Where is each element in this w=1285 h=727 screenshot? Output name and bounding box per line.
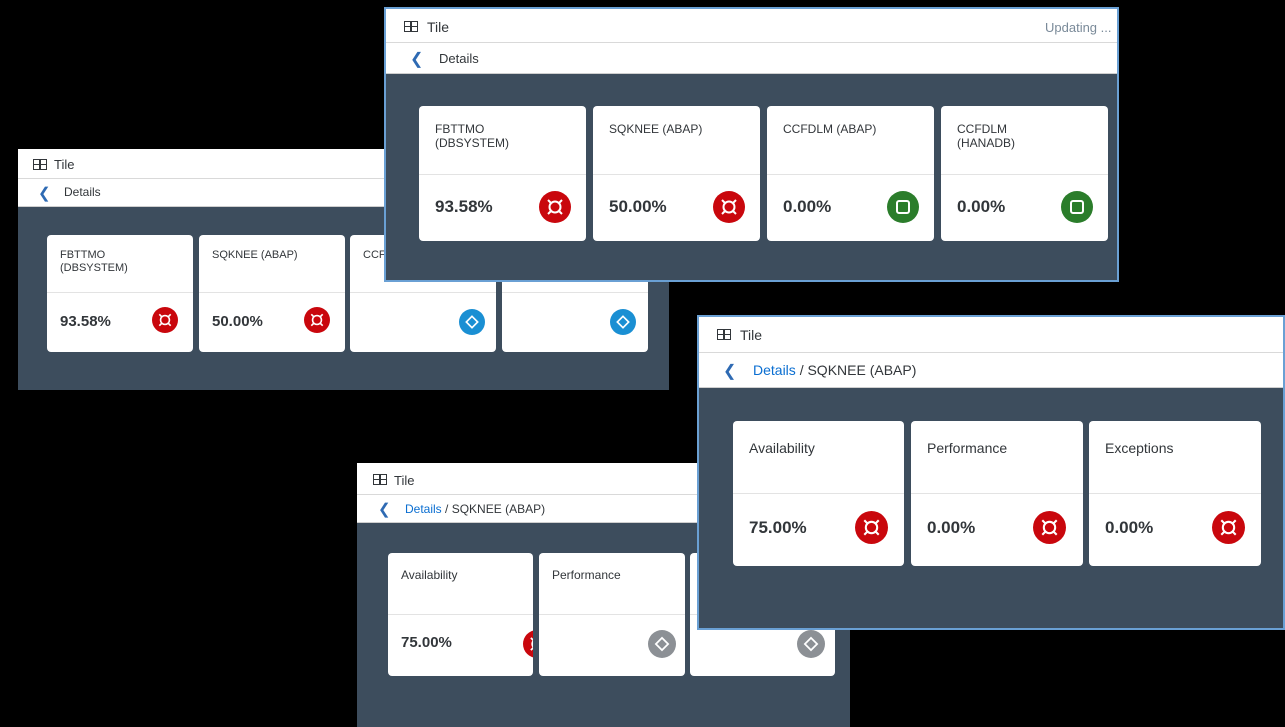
panel-title: Tile [54,157,75,172]
tile-value: 0.00% [927,518,976,537]
diamond-icon [648,630,676,658]
square-icon [887,191,919,223]
tile-value: 75.00% [401,634,452,651]
tile-name: FBTTMO (DBSYSTEM) [60,249,128,274]
alert-icon [304,307,330,333]
tile-panel-2: Tile Updating ... ❮ Details FBTTMO (DBSY… [384,7,1119,282]
panel-title: Tile [427,19,450,35]
tile-grid-icon [33,159,47,170]
breadcrumb-bar: ❮ Details [384,43,1119,74]
back-arrow-icon[interactable]: ❮ [378,500,391,518]
tile-name: CCFDLM (ABAP) [783,122,877,136]
tile-value: 0.00% [1105,518,1154,537]
diamond-icon [610,309,636,335]
alert-icon [152,307,178,333]
breadcrumb: Details / SQKNEE (ABAP) [753,362,917,378]
alert-icon [523,630,533,658]
tile-grid-icon [404,21,418,32]
tile-fbttmo-dbsystem[interactable]: FBTTMO (DBSYSTEM) 93.58% [47,235,193,352]
tile-grid-icon [717,329,731,340]
breadcrumb-link-details[interactable]: Details [753,362,796,378]
tile-name: Exceptions [1105,440,1174,456]
alert-icon [1033,511,1066,544]
breadcrumb: Details [439,51,479,66]
tile-name: SQKNEE (ABAP) [212,249,298,261]
tile-value: 50.00% [609,197,667,216]
tile-value: 0.00% [957,197,1006,216]
panel-header: Tile Updating ... [384,7,1119,43]
tile-performance[interactable]: Performance [539,553,685,676]
breadcrumb-link-details[interactable]: Details [405,502,442,516]
breadcrumb-bar: ❮ Details / SQKNEE (ABAP) [697,353,1285,388]
tile-name: Availability [749,440,815,456]
diamond-icon [459,309,485,335]
breadcrumb: Details / SQKNEE (ABAP) [405,502,546,516]
back-arrow-icon[interactable]: ❮ [38,184,51,202]
diamond-icon [797,630,825,658]
updating-status: Updating ... [1045,20,1112,35]
breadcrumb-current: SQKNEE (ABAP) [807,362,917,378]
tile-exceptions[interactable]: Exceptions 0.00% [1089,421,1261,566]
back-arrow-icon[interactable]: ❮ [723,361,736,381]
tile-panel-4: Tile ❮ Details / SQKNEE (ABAP) Availabil… [697,315,1285,630]
tile-name: Performance [552,568,621,582]
panel-header: Tile [697,315,1285,353]
tile-performance[interactable]: Performance 0.00% [911,421,1083,566]
tile-availability[interactable]: Availability 75.00% [733,421,904,566]
tile-name: FBTTMO (DBSYSTEM) [435,122,510,150]
tile-name: Availability [401,568,458,582]
tile-value: 93.58% [60,313,111,330]
tile-sqknee-abap[interactable]: SQKNEE (ABAP) 50.00% [593,106,760,241]
tile-name: SQKNEE (ABAP) [609,122,703,136]
alert-icon [855,511,888,544]
tile-grid-icon [373,474,387,485]
tile-name: Performance [927,440,1008,456]
tile-sqknee-abap[interactable]: SQKNEE (ABAP) 50.00% [199,235,345,352]
tile-value: 93.58% [435,197,493,216]
square-icon [1061,191,1093,223]
tile-value: 75.00% [749,518,807,537]
tile-name: CCFDLM (HANADB) [957,122,1016,150]
alert-icon [713,191,745,223]
breadcrumb: Details [64,185,101,199]
breadcrumb-current: SQKNEE (ABAP) [451,502,546,516]
tile-ccfdlm-hanadb[interactable]: CCFDLM (HANADB) 0.00% [941,106,1108,241]
tile-availability[interactable]: Availability 75.00% [388,553,533,676]
alert-icon [1212,511,1245,544]
panel-title: Tile [740,327,763,343]
tile-value: 0.00% [783,197,832,216]
back-arrow-icon[interactable]: ❮ [410,49,423,69]
tile-ccfdlm-abap[interactable]: CCFDLM (ABAP) 0.00% [767,106,934,241]
tile-fbttmo-dbsystem[interactable]: FBTTMO (DBSYSTEM) 93.58% [419,106,586,241]
tile-value: 50.00% [212,313,263,330]
alert-icon [539,191,571,223]
panel-title: Tile [394,473,415,488]
